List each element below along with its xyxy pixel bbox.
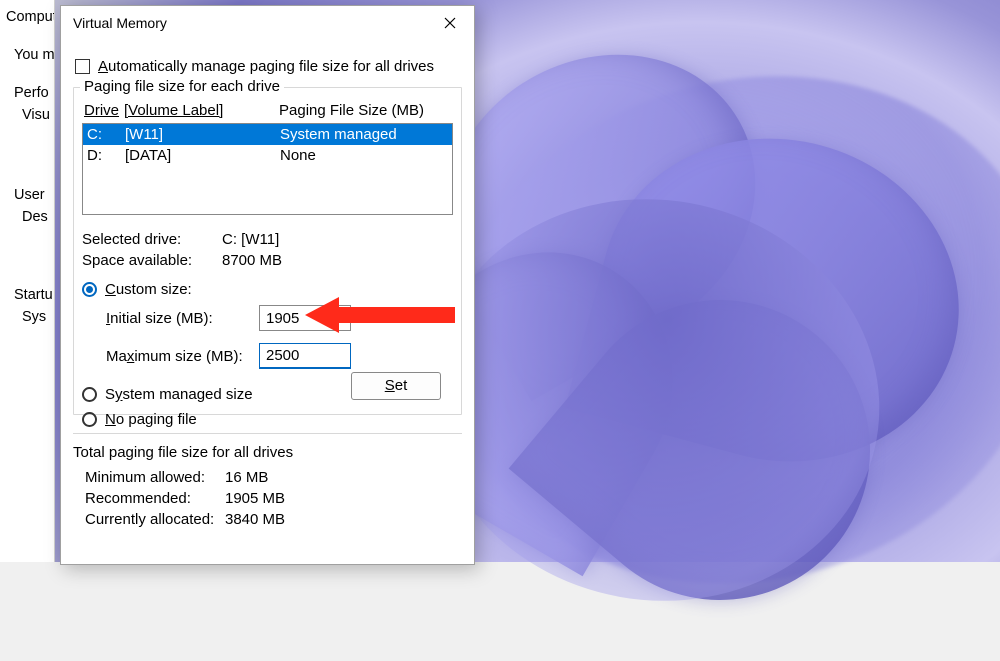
dialog-title: Virtual Memory: [73, 15, 434, 31]
drive-row[interactable]: C: [W11] System managed: [83, 124, 452, 145]
close-icon: [444, 17, 456, 29]
no-paging-radio[interactable]: [82, 412, 97, 427]
system-managed-label: System managed size: [105, 386, 253, 403]
drive-row[interactable]: D: [DATA] None: [83, 145, 452, 166]
drive-list[interactable]: C: [W11] System managed D: [DATA] None: [82, 123, 453, 215]
close-button[interactable]: [434, 9, 466, 37]
header-size: Paging File Size (MB): [279, 102, 439, 119]
initial-size-input[interactable]: [259, 305, 351, 331]
recommended-label: Recommended:: [85, 490, 225, 507]
custom-size-radio[interactable]: [82, 282, 97, 297]
totals-heading: Total paging file size for all drives: [73, 444, 462, 461]
space-available-value: 8700 MB: [222, 252, 282, 269]
background-window: Compute You m Perfo Visu User Des Startu…: [0, 0, 55, 562]
auto-manage-checkbox[interactable]: [75, 59, 90, 74]
no-paging-label: No paging file: [105, 411, 197, 428]
custom-size-label: Custom size:: [105, 281, 192, 298]
currently-allocated-value: 3840 MB: [225, 511, 285, 528]
paging-file-group: Paging file size for each drive Drive [V…: [73, 87, 462, 415]
initial-size-label: Initial size (MB):: [106, 310, 251, 327]
maximum-size-input[interactable]: [259, 343, 351, 369]
divider: [73, 433, 462, 434]
space-available-label: Space available:: [82, 252, 222, 269]
group-legend: Paging file size for each drive: [80, 78, 284, 95]
header-drive: Drive: [84, 102, 124, 119]
selected-drive-label: Selected drive:: [82, 231, 222, 248]
virtual-memory-dialog: Virtual Memory Automatically manage pagi…: [60, 5, 475, 565]
recommended-value: 1905 MB: [225, 490, 285, 507]
set-button[interactable]: Set: [351, 372, 441, 400]
min-allowed-label: Minimum allowed:: [85, 469, 225, 486]
maximum-size-label: Maximum size (MB):: [106, 348, 251, 365]
drive-list-headers: Drive [Volume Label] Paging File Size (M…: [82, 100, 453, 121]
currently-allocated-label: Currently allocated:: [85, 511, 225, 528]
min-allowed-value: 16 MB: [225, 469, 268, 486]
system-managed-radio[interactable]: [82, 387, 97, 402]
selected-drive-value: C: [W11]: [222, 231, 279, 248]
auto-manage-label: Automatically manage paging file size fo…: [98, 58, 434, 75]
title-bar: Virtual Memory: [61, 6, 474, 40]
header-volume: [Volume Label]: [124, 102, 279, 119]
